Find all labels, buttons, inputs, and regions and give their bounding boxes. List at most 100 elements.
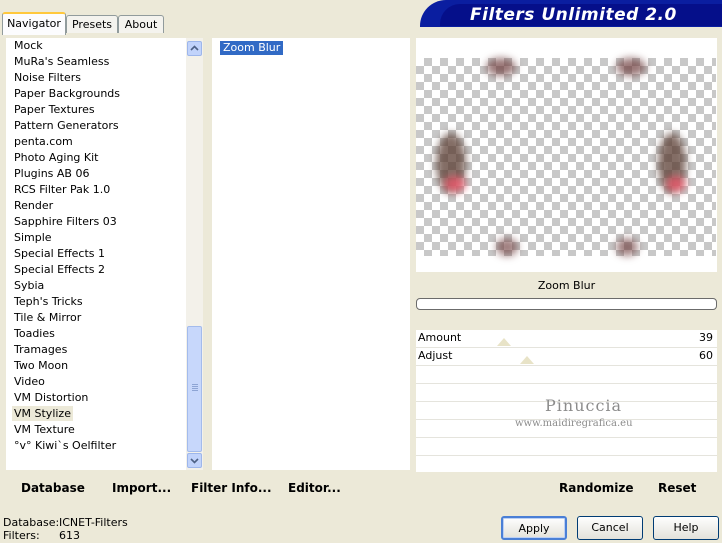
status-filters-value: 613 — [59, 529, 80, 542]
watermark-url: www.maidiregrafica.eu — [515, 418, 633, 429]
category-item[interactable]: °v° Kiwi`s Oelfilter — [6, 438, 186, 454]
param-value: 39 — [699, 331, 713, 344]
category-label: Toadies — [14, 327, 55, 340]
status-database-label: Database: — [3, 516, 60, 529]
tab-about[interactable]: About — [118, 15, 164, 33]
category-label: Sybia — [14, 279, 45, 292]
category-label: penta.com — [14, 135, 73, 148]
category-item[interactable]: VM Texture — [6, 422, 186, 438]
category-item[interactable]: Sybia — [6, 278, 186, 294]
scroll-down-button[interactable] — [187, 453, 202, 468]
status-database: Database: ICNET-Filters — [3, 516, 128, 529]
category-item[interactable]: VM Stylize — [6, 406, 186, 422]
category-label: RCS Filter Pak 1.0 — [14, 183, 111, 196]
category-item[interactable]: MuRa's Seamless — [6, 54, 186, 70]
category-label: VM Texture — [14, 423, 75, 436]
filter-list[interactable]: Zoom Blur — [212, 38, 410, 470]
grip-line — [192, 388, 198, 389]
param-row-amount[interactable]: Amount 39 — [416, 330, 717, 348]
category-label: Tramages — [14, 343, 68, 356]
apply-button[interactable]: Apply — [501, 516, 567, 540]
slider-handle[interactable] — [520, 356, 534, 364]
category-item[interactable]: Noise Filters — [6, 70, 186, 86]
tab-presets[interactable]: Presets — [66, 15, 118, 33]
category-label: Render — [14, 199, 54, 212]
category-label: Sapphire Filters 03 — [14, 215, 117, 228]
category-item[interactable]: Sapphire Filters 03 — [6, 214, 186, 230]
blur-streak — [496, 238, 518, 256]
category-label: Teph's Tricks — [14, 295, 83, 308]
category-item[interactable]: VM Distortion — [6, 390, 186, 406]
grip-line — [192, 386, 198, 387]
category-item[interactable]: RCS Filter Pak 1.0 — [6, 182, 186, 198]
blur-streak — [486, 58, 516, 76]
category-label: Photo Aging Kit — [14, 151, 99, 164]
category-label: °v° Kiwi`s Oelfilter — [14, 439, 117, 452]
category-item[interactable]: Photo Aging Kit — [6, 150, 186, 166]
database-button[interactable]: Database — [21, 481, 85, 495]
category-item[interactable]: Pattern Generators — [6, 118, 186, 134]
category-label: Mock — [14, 39, 43, 52]
category-item[interactable]: Two Moon — [6, 358, 186, 374]
category-item[interactable]: Simple — [6, 230, 186, 246]
param-label: Amount — [418, 331, 462, 344]
category-item[interactable]: Video — [6, 374, 186, 390]
category-item[interactable]: penta.com — [6, 134, 186, 150]
category-label: Paper Textures — [14, 103, 95, 116]
scroll-thumb[interactable] — [187, 326, 202, 452]
category-item[interactable]: Special Effects 1 — [6, 246, 186, 262]
reset-button[interactable]: Reset — [658, 481, 696, 495]
category-list[interactable]: Mock MuRa's Seamless Noise Filters Paper Ba… — [6, 38, 186, 470]
chevron-down-icon — [190, 458, 199, 464]
blur-streak — [616, 238, 638, 256]
grip-line — [192, 384, 198, 385]
category-label: VM Stylize — [12, 406, 73, 421]
category-item[interactable]: Plugins AB 06 — [6, 166, 186, 182]
category-item[interactable]: Paper Textures — [6, 102, 186, 118]
category-item[interactable]: Toadies — [6, 326, 186, 342]
category-item[interactable]: Mock — [6, 38, 186, 54]
scroll-up-button[interactable] — [187, 41, 202, 56]
category-item[interactable]: Tramages — [6, 342, 186, 358]
preview-image — [416, 58, 716, 256]
progress-bar — [416, 298, 717, 310]
category-label: Video — [14, 375, 45, 388]
editor-button[interactable]: Editor... — [288, 481, 341, 495]
category-label: Special Effects 1 — [14, 247, 106, 260]
category-item[interactable]: Special Effects 2 — [6, 262, 186, 278]
help-button[interactable]: Help — [653, 516, 719, 540]
tab-navigator[interactable]: Navigator — [2, 12, 66, 35]
chevron-up-icon — [190, 45, 199, 51]
import-button[interactable]: Import... — [112, 481, 171, 495]
category-label: Noise Filters — [14, 71, 81, 84]
category-item[interactable]: Paper Backgrounds — [6, 86, 186, 102]
blur-streak — [616, 58, 646, 76]
category-label: MuRa's Seamless — [14, 55, 110, 68]
cancel-button[interactable]: Cancel — [577, 516, 643, 540]
category-label: Special Effects 2 — [14, 263, 106, 276]
param-row-adjust[interactable]: Adjust 60 — [416, 348, 717, 366]
category-label: Two Moon — [14, 359, 69, 372]
watermark-name: Pinuccia — [545, 396, 623, 415]
blur-streak — [444, 176, 466, 192]
filter-info-button[interactable]: Filter Info... — [191, 481, 272, 495]
preview-filter-name: Zoom Blur — [416, 274, 717, 298]
param-row-empty — [416, 366, 717, 384]
category-item[interactable]: Teph's Tricks — [6, 294, 186, 310]
category-item[interactable]: Tile & Mirror — [6, 310, 186, 326]
status-filters-label: Filters: — [3, 529, 40, 542]
category-label: Tile & Mirror — [14, 311, 82, 324]
blur-streak — [666, 176, 686, 192]
category-label: Simple — [14, 231, 52, 244]
param-value: 60 — [699, 349, 713, 362]
category-label: VM Distortion — [14, 391, 89, 404]
category-item[interactable]: Render — [6, 198, 186, 214]
filter-item-zoom-blur[interactable]: Zoom Blur — [220, 41, 284, 55]
randomize-button[interactable]: Randomize — [559, 481, 633, 495]
category-scrollbar[interactable] — [186, 38, 203, 470]
category-label: Paper Backgrounds — [14, 87, 121, 100]
slider-handle[interactable] — [497, 338, 511, 346]
category-label: Pattern Generators — [14, 119, 119, 132]
status-filters: Filters: 613 — [3, 529, 80, 542]
param-label: Adjust — [418, 349, 453, 362]
